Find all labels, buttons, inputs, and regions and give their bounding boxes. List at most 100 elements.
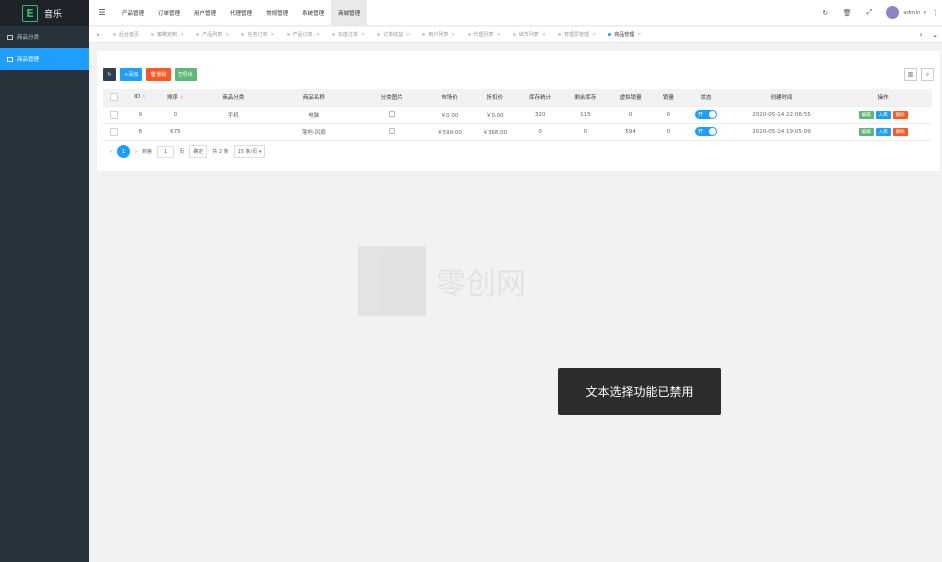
table-toolbar: ↻ + 添加 🗑 删除 ⎘ 导出 (103, 68, 197, 81)
per-page-select[interactable]: 15 条/页 ▾ (233, 145, 266, 158)
sort-icon[interactable]: ⇕ (142, 94, 146, 100)
edit-button[interactable]: 编辑 (858, 110, 874, 119)
tab-dashboard[interactable]: 后台首页 (107, 27, 145, 43)
tab-label: 代理列表 (473, 32, 494, 38)
edit-button[interactable]: 编辑 (858, 127, 874, 136)
cell-ops: 编辑 入库 删除 (834, 106, 932, 124)
tab-label: 订单收益 (383, 32, 404, 38)
nav-agent[interactable]: 代理管理 (223, 0, 259, 26)
close-icon[interactable]: × (542, 32, 546, 38)
tab-agent-list[interactable]: 代理列表 × (462, 27, 507, 43)
columns-icon[interactable]: ▥ (904, 68, 917, 81)
more-icon[interactable]: ⋮ (932, 9, 942, 17)
nav-mall[interactable]: 商城管理 (331, 0, 368, 26)
sidebar-item-label: 商品分类 (17, 35, 40, 41)
prev-page-icon[interactable]: ‹ (110, 149, 112, 155)
tab-product-list[interactable]: 产品列表 × (190, 27, 235, 43)
close-icon[interactable]: × (316, 32, 320, 38)
close-icon[interactable]: × (592, 32, 596, 38)
sidebar-item-product-management[interactable]: 商品管理 (0, 48, 89, 70)
chevron-left-icon[interactable]: ‹ (89, 31, 107, 39)
select-all-checkbox[interactable] (103, 89, 126, 107)
refresh-button[interactable]: ↻ (103, 68, 116, 81)
status-toggle[interactable]: 开 (695, 110, 718, 119)
tab-dot (331, 33, 335, 36)
goto-label: 到第 (142, 149, 153, 155)
nav-general[interactable]: 常规管理 (259, 0, 295, 26)
tab-recharge-order[interactable]: 充值订单 × (326, 27, 371, 43)
goto-confirm-button[interactable]: 确定 (189, 145, 208, 158)
refresh-icon[interactable]: ↻ (814, 9, 836, 17)
col-id[interactable]: ID ⇕ (125, 89, 156, 107)
app-logo[interactable]: E 音乐 (0, 0, 89, 26)
cell-name: 电脑 (270, 106, 357, 124)
tab-strategy[interactable]: 策略定制 × (145, 27, 190, 43)
clear-cache-icon[interactable]: 🗑 (836, 9, 858, 17)
chevron-down-icon[interactable]: ⌄ (928, 31, 942, 39)
tab-label: 商品管理 (614, 32, 635, 38)
close-icon[interactable]: × (451, 32, 455, 38)
page-current[interactable]: 1 (117, 145, 130, 158)
stock-in-button[interactable]: 入库 (875, 110, 891, 119)
user-name[interactable]: admin (903, 10, 920, 16)
tab-label: 产品列表 (202, 32, 223, 38)
next-page-icon[interactable]: › (135, 149, 137, 155)
goto-page-input[interactable]: 1 (157, 145, 175, 158)
top-nav: 产品管理 订单管理 用户管理 代理管理 常规管理 系统管理 商城管理 (115, 0, 368, 26)
sidebar-item-product-category[interactable]: 商品分类 (0, 26, 89, 48)
close-icon[interactable]: × (361, 32, 365, 38)
close-icon[interactable]: × (637, 32, 641, 38)
close-icon[interactable]: × (180, 32, 184, 38)
sidebar-item-label: 商品管理 (17, 57, 40, 63)
tab-goods-management[interactable]: 商品管理 × (602, 27, 647, 43)
tab-task-order[interactable]: 任务订单 × (235, 27, 280, 43)
col-name: 商品名称 (270, 89, 357, 107)
cell-image[interactable] (356, 123, 427, 141)
search-icon[interactable]: ⌕ (921, 68, 934, 81)
row-checkbox[interactable] (103, 123, 126, 141)
nav-order[interactable]: 订单管理 (151, 0, 187, 26)
cell-image[interactable] (356, 106, 427, 124)
cell-sort: 675 (155, 123, 196, 141)
tab-user-list[interactable]: 用户列表 × (416, 27, 461, 43)
row-delete-button[interactable]: 删除 (892, 110, 908, 119)
cell-created: 2020-05-14 22:06:55 (728, 106, 835, 124)
tab-product-order[interactable]: 产品订单 × (281, 27, 326, 43)
table-row: 9 0 手机 电脑 ￥0.00 ￥0.00 320 115 0 0 开 2020… (103, 106, 932, 124)
nav-product[interactable]: 产品管理 (115, 0, 151, 26)
cell-created: 2020-05-14 19:05:09 (728, 123, 835, 141)
close-icon[interactable]: × (270, 32, 274, 38)
avatar[interactable] (886, 6, 900, 19)
cell-virtual-sales: 594 (607, 123, 654, 141)
close-icon[interactable]: × (406, 32, 410, 38)
col-market-price: 市场价 (426, 89, 473, 107)
fullscreen-icon[interactable]: ⤢ (858, 8, 880, 17)
close-icon[interactable]: × (497, 32, 501, 38)
table-tools: ▥ ⌕ (904, 68, 934, 81)
cell-stock-remaining: 0 (562, 123, 608, 141)
nav-system[interactable]: 系统管理 (295, 0, 331, 26)
delete-button[interactable]: 🗑 删除 (146, 68, 171, 81)
tab-order-income[interactable]: 订单收益 × (371, 27, 416, 43)
col-sort[interactable]: 排序 ⇕ (155, 89, 196, 107)
tab-city-list[interactable]: 城市列表 × (507, 27, 552, 43)
col-stock-remaining: 剩余库存 (562, 89, 608, 107)
stock-in-button[interactable]: 入库 (875, 127, 891, 136)
nav-user[interactable]: 用户管理 (187, 0, 223, 26)
row-checkbox[interactable] (103, 106, 126, 124)
status-toggle[interactable]: 开 (695, 127, 718, 136)
cell-id: 8 (125, 123, 156, 141)
menu-toggle-icon[interactable]: ☰ (89, 8, 115, 17)
chevron-down-icon[interactable]: ▾ (923, 10, 926, 16)
tab-admin-management[interactable]: 管理员管理 × (552, 27, 602, 43)
chevron-down-icon: ▾ (258, 149, 262, 155)
export-button[interactable]: ⎘ 导出 (174, 68, 197, 81)
sort-icon[interactable]: ⇕ (180, 95, 184, 101)
chevron-right-icon[interactable]: › (914, 31, 928, 39)
close-icon[interactable]: × (225, 32, 229, 38)
cell-market-price: ￥599.00 (426, 123, 473, 141)
row-delete-button[interactable]: 删除 (892, 127, 908, 136)
add-button[interactable]: + 添加 (120, 68, 143, 81)
col-stock-total: 库存统计 (517, 89, 563, 107)
tab-label: 城市列表 (518, 32, 539, 38)
